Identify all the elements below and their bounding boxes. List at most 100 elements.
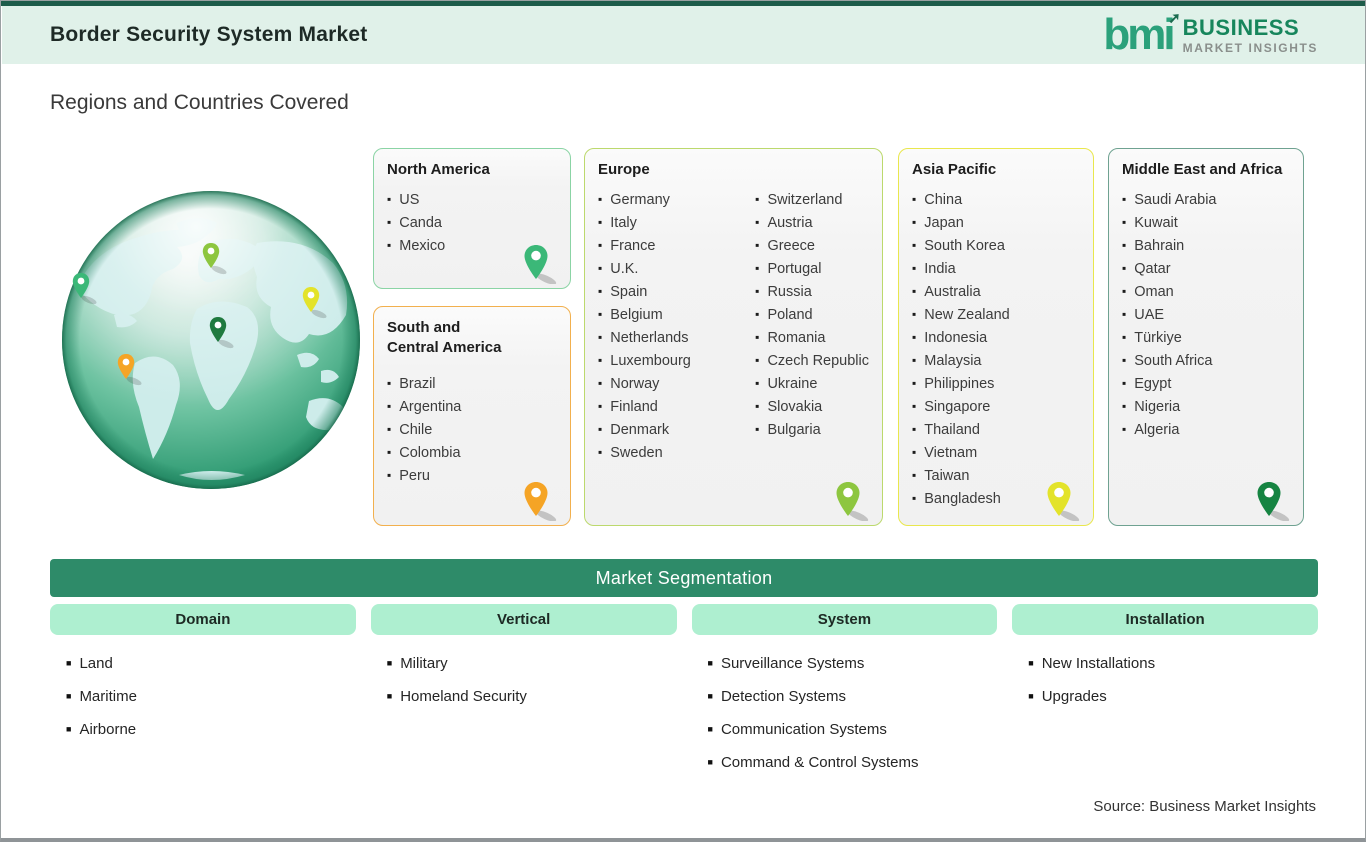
country-item: Peru <box>387 464 461 487</box>
segment-column-system: System Surveillance Systems Detection Sys… <box>691 604 998 785</box>
country-list: SwitzerlandAustriaGreecePortugalRussiaPo… <box>755 188 869 464</box>
country-item: Portugal <box>755 257 869 280</box>
map-pin-icon <box>524 482 557 521</box>
region-title: South and Central America <box>387 319 502 356</box>
country-item: New Zealand <box>912 303 1009 326</box>
country-item: Malaysia <box>912 349 1010 372</box>
section-title: Regions and Countries Covered <box>50 91 349 114</box>
country-item: Australia <box>912 280 1010 303</box>
region-card-middle-east-africa: Middle East and Africa Saudi ArabiaKuwai… <box>1108 148 1304 526</box>
country-item: Thailand <box>912 418 1010 441</box>
country-item: Finland <box>598 395 743 418</box>
logo-text: BUSINESS MARKET INSIGHTS <box>1182 14 1318 55</box>
map-pin-icon <box>1257 482 1290 521</box>
country-list: GermanyItalyFranceU.K.SpainBelgiumNether… <box>598 188 743 464</box>
country-list: Saudi ArabiaKuwaitBahrainQatarOmanUAETür… <box>1122 188 1217 441</box>
country-item: Bulgaria <box>755 418 869 441</box>
country-item: Poland <box>755 303 869 326</box>
country-item: Indonesia <box>912 326 1010 349</box>
country-item: U.K. <box>598 257 743 280</box>
logo: bmi ➚ BUSINESS MARKET INSIGHTS <box>1103 10 1318 57</box>
segment-item: Detection Systems <box>708 686 998 707</box>
infographic-root: Border Security System Market bmi ➚ BUSI… <box>0 0 1366 842</box>
country-item: South Africa <box>1122 349 1217 372</box>
segmentation-title-bar: Market Segmentation <box>50 559 1318 597</box>
country-item: Denmark <box>598 418 743 441</box>
country-item: Egypt <box>1122 372 1217 395</box>
source-note: Source: Business Market Insights <box>1093 798 1316 815</box>
country-item: Philippines <box>912 372 1010 395</box>
segment-list-domain: Land Maritime Airborne <box>50 653 356 740</box>
country-item: Sweden <box>598 441 743 464</box>
country-item: Germany <box>598 188 743 211</box>
segment-header-system: System <box>691 604 998 635</box>
country-list: ChinaJapanSouth KoreaIndiaAustraliaNew Z… <box>912 188 1010 510</box>
segment-item: Airborne <box>66 719 356 740</box>
segment-item: Upgrades <box>1028 686 1318 707</box>
country-item: Bangladesh <box>912 487 1010 510</box>
segment-item: New Installations <box>1028 653 1318 674</box>
segment-column-vertical: Vertical Military Homeland Security <box>370 604 677 785</box>
country-item: Switzerland <box>755 188 869 211</box>
country-item: Austria <box>755 211 869 234</box>
country-item: Russia <box>755 280 869 303</box>
segment-item: Command & Control Systems <box>708 752 998 773</box>
segment-column-installation: Installation New Installations Upgrades <box>1012 604 1318 785</box>
country-item: Argentina <box>387 395 461 418</box>
country-item: Luxembourg <box>598 349 743 372</box>
country-item: France <box>598 234 743 257</box>
country-list: BrazilArgentinaChileColombiaPeru <box>387 372 461 487</box>
region-title: North America <box>387 161 490 178</box>
country-item: Italy <box>598 211 743 234</box>
map-pin-icon <box>836 482 869 521</box>
country-item: Türkiye <box>1122 326 1217 349</box>
segmentation-grid: Domain Land Maritime Airborne Vertical Mil… <box>50 604 1318 785</box>
region-card-europe: Europe GermanyItalyFranceU.K.SpainBelgiu… <box>584 148 883 526</box>
country-item: Kuwait <box>1122 211 1217 234</box>
country-item: Chile <box>387 418 461 441</box>
country-item: Algeria <box>1122 418 1217 441</box>
logo-arrow-icon: ➚ <box>1168 10 1181 27</box>
country-item: South Korea <box>912 234 1010 257</box>
country-item: Oman <box>1122 280 1217 303</box>
country-item: Taiwan <box>912 464 1010 487</box>
segmentation-title: Market Segmentation <box>595 567 773 588</box>
region-title: Europe <box>598 161 650 178</box>
country-item: Nigeria <box>1122 395 1217 418</box>
country-item: Spain <box>598 280 743 303</box>
country-item: Canda <box>387 211 445 234</box>
segment-item: Surveillance Systems <box>708 653 998 674</box>
country-item: Greece <box>755 234 869 257</box>
country-item: Saudi Arabia <box>1122 188 1216 211</box>
segment-header-vertical: Vertical <box>370 604 677 635</box>
country-item: Norway <box>598 372 743 395</box>
country-item: Colombia <box>387 441 461 464</box>
segment-list-vertical: Military Homeland Security <box>371 653 677 707</box>
region-card-north-america: North America USCandaMexico <box>373 148 571 289</box>
segment-column-domain: Domain Land Maritime Airborne <box>50 604 356 785</box>
segment-list-installation: New Installations Upgrades <box>1012 653 1318 707</box>
country-item: Netherlands <box>598 326 743 349</box>
country-item: Mexico <box>387 234 445 257</box>
country-item: China <box>912 188 1010 211</box>
segment-list-system: Surveillance Systems Detection Systems Com… <box>692 653 998 773</box>
region-card-south-central-america: South and Central America BrazilArgentin… <box>373 306 571 526</box>
map-pin-icon <box>524 245 557 284</box>
segment-header-domain: Domain <box>50 604 356 635</box>
map-pin-icon <box>1047 482 1080 521</box>
globe-illustration <box>62 191 360 489</box>
region-title: Middle East and Africa <box>1122 161 1283 178</box>
segment-item: Military <box>387 653 677 674</box>
country-item: UAE <box>1122 303 1217 326</box>
country-item: India <box>912 257 1010 280</box>
segment-item: Communication Systems <box>708 719 998 740</box>
country-item: Vietnam <box>912 441 1010 464</box>
segment-item: Homeland Security <box>387 686 677 707</box>
country-item: Belgium <box>598 303 743 326</box>
country-item: US <box>387 188 445 211</box>
segment-header-installation: Installation <box>1012 604 1318 635</box>
country-item: Japan <box>912 211 1010 234</box>
country-item: Bahrain <box>1122 234 1217 257</box>
country-item: Czech Republic <box>755 349 869 372</box>
country-list: USCandaMexico <box>387 188 445 257</box>
